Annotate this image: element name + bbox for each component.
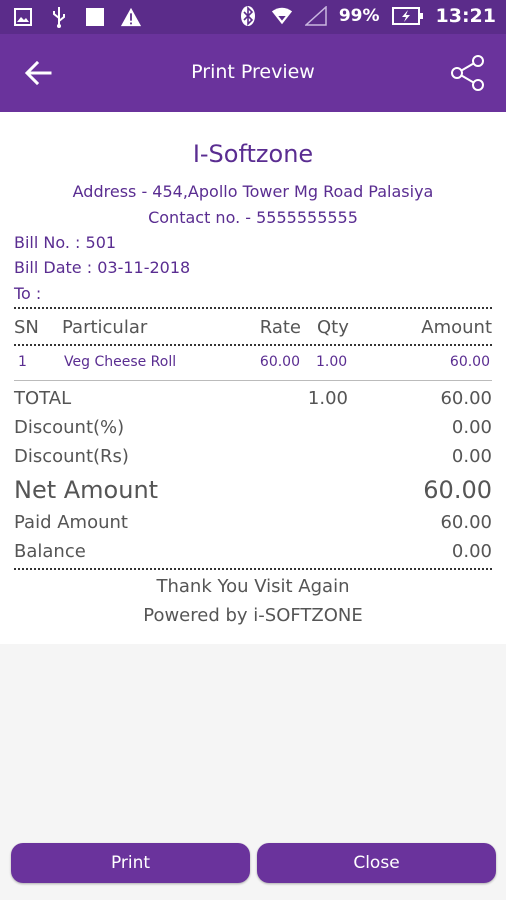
item-amount: 60.00 bbox=[449, 354, 490, 370]
powered-by: Powered by i-SOFTZONE bbox=[143, 605, 363, 626]
battery-charging-icon bbox=[391, 5, 424, 27]
total-label: TOTAL bbox=[14, 388, 72, 409]
battery-percent: 99% bbox=[338, 6, 380, 26]
total-qty: 1.00 bbox=[307, 388, 348, 409]
total-amount: 60.00 bbox=[440, 388, 492, 409]
header-amount: Amount bbox=[421, 317, 492, 338]
wifi-icon bbox=[271, 5, 293, 27]
discount-percent-label: Discount(%) bbox=[14, 417, 125, 438]
thank-you-message: Thank You Visit Again bbox=[156, 576, 350, 597]
usb-icon bbox=[48, 6, 70, 28]
bill-date: Bill Date : 03-11-2018 bbox=[14, 258, 191, 277]
balance-value: 0.00 bbox=[451, 541, 492, 562]
company-address: Address - 454,Apollo Tower Mg Road Palas… bbox=[72, 182, 434, 201]
item-particular: Veg Cheese Roll bbox=[64, 354, 177, 370]
item-qty: 1.00 bbox=[316, 354, 348, 370]
close-button[interactable]: Close bbox=[257, 843, 496, 883]
net-amount-label: Net Amount bbox=[14, 476, 159, 504]
discount-percent-value: 0.00 bbox=[451, 417, 492, 438]
divider bbox=[14, 380, 492, 381]
receipt-preview: I-Softzone Address - 454,Apollo Tower Mg… bbox=[0, 112, 506, 644]
company-contact: Contact no. - 5555555555 bbox=[148, 208, 358, 227]
page-title: Print Preview bbox=[191, 61, 315, 83]
item-rate: 60.00 bbox=[259, 354, 300, 370]
square-notification-icon bbox=[84, 6, 106, 28]
bluetooth-icon bbox=[237, 5, 259, 27]
header-sn: SN bbox=[14, 317, 39, 338]
bill-to: To : bbox=[14, 284, 42, 303]
company-name: I-Softzone bbox=[192, 140, 314, 168]
bill-number: Bill No. : 501 bbox=[14, 233, 117, 252]
header-qty: Qty bbox=[317, 317, 349, 338]
item-sn: 1 bbox=[18, 354, 27, 370]
discount-rs-value: 0.00 bbox=[451, 446, 492, 467]
warning-icon bbox=[120, 6, 142, 28]
discount-rs-label: Discount(Rs) bbox=[14, 446, 129, 467]
header-particular: Particular bbox=[62, 317, 148, 338]
balance-label: Balance bbox=[14, 541, 86, 562]
signal-icon bbox=[304, 5, 327, 27]
print-button[interactable]: Print bbox=[11, 843, 250, 883]
share-icon[interactable] bbox=[450, 54, 486, 92]
paid-amount-label: Paid Amount bbox=[14, 512, 128, 533]
net-amount-value: 60.00 bbox=[423, 476, 492, 504]
image-icon bbox=[12, 6, 34, 28]
paid-amount-value: 60.00 bbox=[440, 512, 492, 533]
header-rate: Rate bbox=[259, 317, 301, 338]
clock: 13:21 bbox=[435, 5, 496, 27]
status-bar: 99% 13:21 bbox=[0, 0, 506, 34]
app-toolbar: Print Preview bbox=[0, 34, 506, 112]
divider bbox=[14, 307, 492, 309]
divider bbox=[14, 568, 492, 570]
divider bbox=[14, 344, 492, 346]
